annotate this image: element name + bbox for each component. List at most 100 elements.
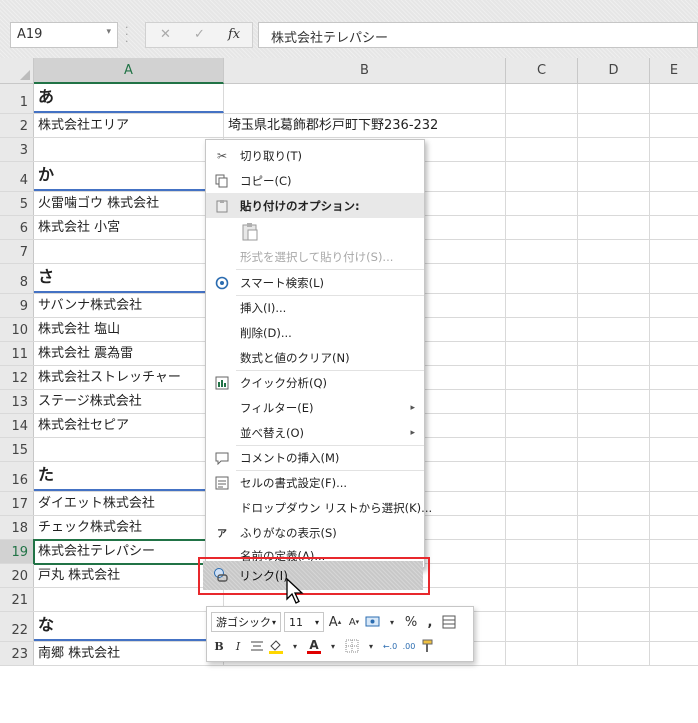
cell-e[interactable] [650, 216, 698, 239]
column-header-a[interactable]: A [34, 58, 224, 84]
comma-style-button[interactable]: , [422, 612, 438, 632]
cell-e[interactable] [650, 516, 698, 539]
row-header[interactable]: 22 [0, 612, 34, 641]
cell-e[interactable] [650, 588, 698, 611]
column-header-c[interactable]: C [506, 58, 578, 84]
cell-e[interactable] [650, 264, 698, 293]
row-header[interactable]: 12 [0, 366, 34, 389]
borders-dropdown[interactable]: ▾ [363, 636, 379, 656]
cell-a[interactable]: チェック株式会社 [34, 516, 224, 539]
menu-item-pick-from-dropdown[interactable]: ドロップダウン リストから選択(K)... [206, 495, 432, 520]
accounting-format-button[interactable] [365, 612, 381, 632]
row-header[interactable]: 18 [0, 516, 34, 539]
cell-c[interactable] [506, 414, 578, 437]
row-header[interactable]: 17 [0, 492, 34, 515]
cell-e[interactable] [650, 462, 698, 491]
cell-d[interactable] [578, 342, 650, 365]
cell-e[interactable] [650, 564, 698, 587]
cell-a[interactable]: 株式会社セピア [34, 414, 224, 437]
cell-d[interactable] [578, 462, 650, 491]
cell-c[interactable] [506, 462, 578, 491]
cell-d[interactable] [578, 438, 650, 461]
cell-e[interactable] [650, 240, 698, 263]
cell-a[interactable]: か [34, 162, 224, 191]
cell-c[interactable] [506, 390, 578, 413]
font-color-dropdown[interactable]: ▾ [325, 636, 341, 656]
cancel-icon[interactable]: ✕ [160, 27, 171, 42]
cell-e[interactable] [650, 138, 698, 161]
cell-d[interactable] [578, 264, 650, 293]
row-header[interactable]: 5 [0, 192, 34, 215]
menu-item-copy[interactable]: コピー(C) [206, 168, 424, 193]
cell-a[interactable] [34, 240, 224, 263]
fill-color-dropdown[interactable]: ▾ [287, 636, 303, 656]
row-header[interactable]: 4 [0, 162, 34, 191]
cell-d[interactable] [578, 294, 650, 317]
enter-icon[interactable]: ✓ [194, 27, 205, 42]
shrink-font-button[interactable]: A ▾ [346, 612, 362, 632]
cell-a[interactable]: 株式会社 塩山 [34, 318, 224, 341]
cell-a[interactable]: 南郷 株式会社 [34, 642, 224, 665]
cell-e[interactable] [650, 390, 698, 413]
cell-d[interactable] [578, 192, 650, 215]
menu-item-format-cells[interactable]: セルの書式設定(F)... [206, 470, 424, 495]
menu-item-filter[interactable]: フィルター(E) ▸ [206, 395, 424, 420]
menu-item-smart-lookup[interactable]: スマート検索(L) [206, 270, 424, 295]
cell-d[interactable] [578, 216, 650, 239]
menu-item-insert[interactable]: 挿入(I)... [206, 295, 424, 320]
cell-c[interactable] [506, 342, 578, 365]
row-header[interactable]: 19 [0, 540, 34, 563]
cell-a[interactable] [34, 438, 224, 461]
cell-a[interactable]: 株式会社ストレッチャー [34, 366, 224, 389]
cell-c[interactable] [506, 294, 578, 317]
cell-e[interactable] [650, 294, 698, 317]
cell-d[interactable] [578, 114, 650, 137]
cell-d[interactable] [578, 540, 650, 563]
cell-c[interactable] [506, 642, 578, 665]
cell-a[interactable]: た [34, 462, 224, 491]
cell-b[interactable]: 埼玉県北葛飾郡杉戸町下野236-232 [224, 114, 506, 137]
cell-e[interactable] [650, 438, 698, 461]
select-all-button[interactable] [0, 58, 34, 84]
cell-d[interactable] [578, 492, 650, 515]
cell-c[interactable] [506, 540, 578, 563]
row-header[interactable]: 7 [0, 240, 34, 263]
cell-a[interactable]: 株式会社テレパシー [34, 540, 224, 563]
format-painter-button[interactable] [420, 636, 436, 656]
row-header[interactable]: 15 [0, 438, 34, 461]
row-header[interactable]: 16 [0, 462, 34, 491]
name-box-dropdown-icon[interactable]: ▾ [106, 27, 111, 37]
decrease-decimal-button[interactable]: .00 [401, 636, 417, 656]
cell-e[interactable] [650, 612, 698, 641]
cell-c[interactable] [506, 114, 578, 137]
paste-button[interactable] [206, 218, 424, 246]
row-header[interactable]: 1 [0, 84, 34, 113]
cell-c[interactable] [506, 162, 578, 191]
cell-a[interactable]: な [34, 612, 224, 641]
cell-d[interactable] [578, 642, 650, 665]
cell-c[interactable] [506, 318, 578, 341]
row-header[interactable]: 21 [0, 588, 34, 611]
menu-item-insert-comment[interactable]: コメントの挿入(M) [206, 445, 424, 470]
cell-e[interactable] [650, 342, 698, 365]
cell-d[interactable] [578, 240, 650, 263]
row-header[interactable]: 11 [0, 342, 34, 365]
column-header-d[interactable]: D [578, 58, 650, 84]
cell-e[interactable] [650, 162, 698, 191]
font-color-button[interactable]: A [306, 636, 322, 656]
increase-decimal-button[interactable]: ←.0 [382, 636, 398, 656]
borders-button[interactable] [344, 636, 360, 656]
row-header[interactable]: 20 [0, 564, 34, 587]
row-header[interactable]: 8 [0, 264, 34, 293]
cell-d[interactable] [578, 318, 650, 341]
cell-e[interactable] [650, 414, 698, 437]
accounting-format-dropdown[interactable]: ▾ [384, 612, 400, 632]
cell-e[interactable] [650, 84, 698, 113]
cell-d[interactable] [578, 138, 650, 161]
cell-d[interactable] [578, 366, 650, 389]
cell-d[interactable] [578, 588, 650, 611]
cell-a[interactable]: 火雷噛ゴウ 株式会社 [34, 192, 224, 215]
row-header[interactable]: 3 [0, 138, 34, 161]
cell-c[interactable] [506, 216, 578, 239]
cell-c[interactable] [506, 192, 578, 215]
